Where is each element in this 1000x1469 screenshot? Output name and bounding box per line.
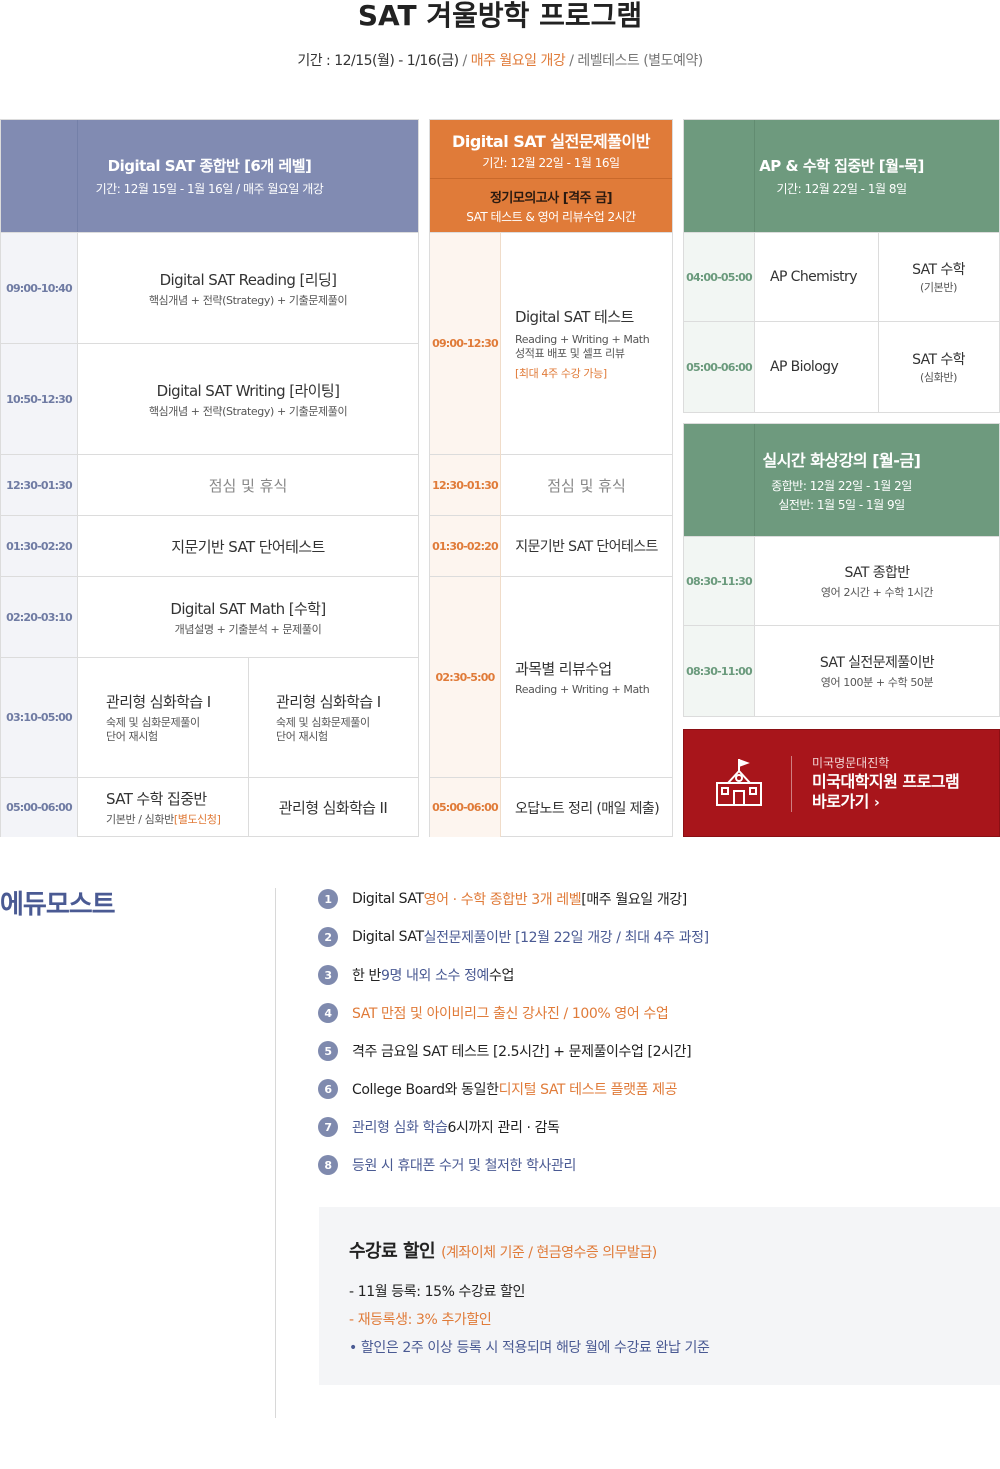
panel-comprehensive-header: Digital SAT 종합반 [6개 레벨] 기간: 12월 15일 - 1월…	[1, 120, 418, 232]
time-slot: 08:30-11:30	[684, 536, 754, 625]
lunch-break: 점심 및 휴식	[501, 454, 672, 515]
feature-item: 8 등원 시 휴대폰 수거 및 철저한 학사관리	[318, 1154, 576, 1176]
time-slot: 05:00-06:00	[430, 777, 500, 837]
us-college-program-button[interactable]: 미국명문대진학 미국대학지원 프로그램 바로가기 ›	[683, 729, 1000, 837]
class-online-practice: SAT 실전문제풀이반 영어 100분 + 수학 50분	[755, 625, 999, 716]
separate-signup-note: [별도신청]	[173, 813, 221, 826]
feature-item: 1 Digital SAT 영어 · 수학 종합반 3개 레벨 [매주 월요일 개…	[318, 888, 687, 910]
feature-item: 7 관리형 심화 학습 6시까지 관리 · 감독	[318, 1116, 560, 1138]
class-sat-math-advanced: SAT 수학 (심화반)	[878, 321, 999, 412]
panel-ap-math: AP & 수학 집중반 [월-목] 기간: 12월 22일 - 1월 8일 04…	[683, 119, 1000, 413]
time-slot: 12:30-01:30	[430, 454, 500, 515]
time-slot: 01:30-02:20	[1, 515, 77, 576]
feature-item: 2 Digital SAT 실전문제풀이반 [12월 22일 개강 / 최대 4주…	[318, 926, 709, 948]
panel-ap-math-header: AP & 수학 집중반 [월-목] 기간: 12월 22일 - 1월 8일	[684, 120, 999, 232]
discount-condition: (계좌이체 기준 / 현금영수증 의무발급)	[441, 1245, 657, 1261]
sat-math-intensive: SAT 수학 집중반 기본반 / 심화반[별도신청]	[78, 777, 248, 837]
feature-item: 5 격주 금요일 SAT 테스트 [2.5시간] + 문제풀이수업 [2시간]	[318, 1040, 692, 1062]
opening-text: 매주 월요일 개강	[470, 53, 566, 69]
period-text: 기간 : 12/15(월) - 1/16(금)	[297, 53, 459, 69]
class-ap-biology: AP Biology	[755, 321, 878, 412]
time-slot: 09:00-10:40	[1, 232, 77, 343]
time-slot: 09:00-12:30	[430, 232, 500, 454]
class-math: Digital SAT Math [수학] 개념설명 + 기출분석 + 문제풀이	[78, 576, 418, 657]
panel-practice: Digital SAT 실전문제풀이반 기간: 12월 22일 - 1월 16일…	[429, 119, 673, 837]
discount-title: 수강료 할인	[349, 1241, 436, 1262]
section-divider	[275, 888, 276, 1418]
class-writing: Digital SAT Writing [라이팅] 핵심개념 + 전략(Stra…	[78, 343, 418, 454]
brand-name: 에듀모스트	[0, 890, 116, 920]
vocab-test: 지문기반 SAT 단어테스트	[78, 515, 418, 576]
time-slot: 02:20-03:10	[1, 576, 77, 657]
time-slot: 05:00-06:00	[1, 777, 77, 837]
class-reading: Digital SAT Reading [리딩] 핵심개념 + 전략(Strat…	[78, 232, 418, 343]
time-slot: 02:30-5:00	[430, 576, 500, 777]
max-weeks-note: [최대 4주 수강 가능]	[515, 367, 607, 380]
managed-study-2: 관리형 심화학습 II	[248, 777, 418, 837]
panel-practice-header: Digital SAT 실전문제풀이반 기간: 12월 22일 - 1월 16일	[430, 120, 672, 178]
class-ap-chemistry: AP Chemistry	[755, 232, 878, 321]
vocab-test: 지문기반 SAT 단어테스트	[501, 515, 672, 576]
page-title: SAT 겨울방학 프로그램	[357, 0, 643, 32]
time-slot: 04:00-05:00	[684, 232, 754, 321]
time-slot: 01:30-02:20	[430, 515, 500, 576]
time-slot: 10:50-12:30	[1, 343, 77, 454]
lunch-break: 점심 및 휴식	[78, 454, 418, 515]
feature-item: 6 College Board와 동일한 디지털 SAT 테스트 플랫폼 제공	[318, 1078, 677, 1100]
class-review: 과목별 리뷰수업 Reading + Writing + Math	[501, 576, 672, 777]
level-test-text: 레벨테스트 (별도예약)	[577, 53, 703, 69]
class-online-comprehensive: SAT 종합반 영어 2시간 + 수학 1시간	[755, 536, 999, 625]
class-sat-math-basic: SAT 수학 (기본반)	[878, 232, 999, 321]
time-slot: 12:30-01:30	[1, 454, 77, 515]
error-note: 오답노트 정리 (매일 제출)	[501, 777, 672, 837]
discount-line: - 재등록생: 3% 추가할인	[349, 1312, 492, 1328]
panel-online-header: 실시간 화상강의 [월-금] 종합반: 12월 22일 - 1월 2일 실전반:…	[684, 424, 999, 536]
managed-study-left: 관리형 심화학습 I 숙제 및 심화문제풀이 단어 재시험	[78, 657, 248, 777]
panel-comprehensive: Digital SAT 종합반 [6개 레벨] 기간: 12월 15일 - 1월…	[0, 119, 419, 837]
time-slot: 08:30-11:00	[684, 625, 754, 716]
panel-online: 실시간 화상강의 [월-금] 종합반: 12월 22일 - 1월 2일 실전반:…	[683, 423, 1000, 717]
school-building-icon	[716, 759, 762, 806]
discount-line: • 할인은 2주 이상 등록 시 적용되며 해당 월에 수강료 완납 기준	[349, 1340, 710, 1356]
feature-item: 4 SAT 만점 및 아이비리그 출신 강사진 / 100% 영어 수업	[318, 1002, 669, 1024]
time-slot: 05:00-06:00	[684, 321, 754, 412]
chevron-right-icon: ›	[873, 795, 880, 811]
tuition-discount-box: 수강료 할인 (계좌이체 기준 / 현금영수증 의무발급) - 11월 등록: 1…	[319, 1207, 1000, 1385]
feature-item: 3한 반 9명 내외 소수 정예 수업	[318, 964, 514, 986]
managed-study-right: 관리형 심화학습 I 숙제 및 심화문제풀이 단어 재시험	[248, 657, 418, 777]
class-sat-test: Digital SAT 테스트 Reading + Writing + Math…	[501, 232, 672, 454]
time-slot: 03:10-05:00	[1, 657, 77, 777]
mock-exam-header: 정기모의고사 [격주 금] SAT 테스트 & 영어 리뷰수업 2시간	[430, 178, 672, 232]
page-subtitle: 기간 : 12/15(월) - 1/16(금) / 매주 월요일 개강 / 레벨…	[297, 53, 703, 69]
discount-line: - 11월 등록: 15% 수강료 할인	[349, 1284, 525, 1300]
